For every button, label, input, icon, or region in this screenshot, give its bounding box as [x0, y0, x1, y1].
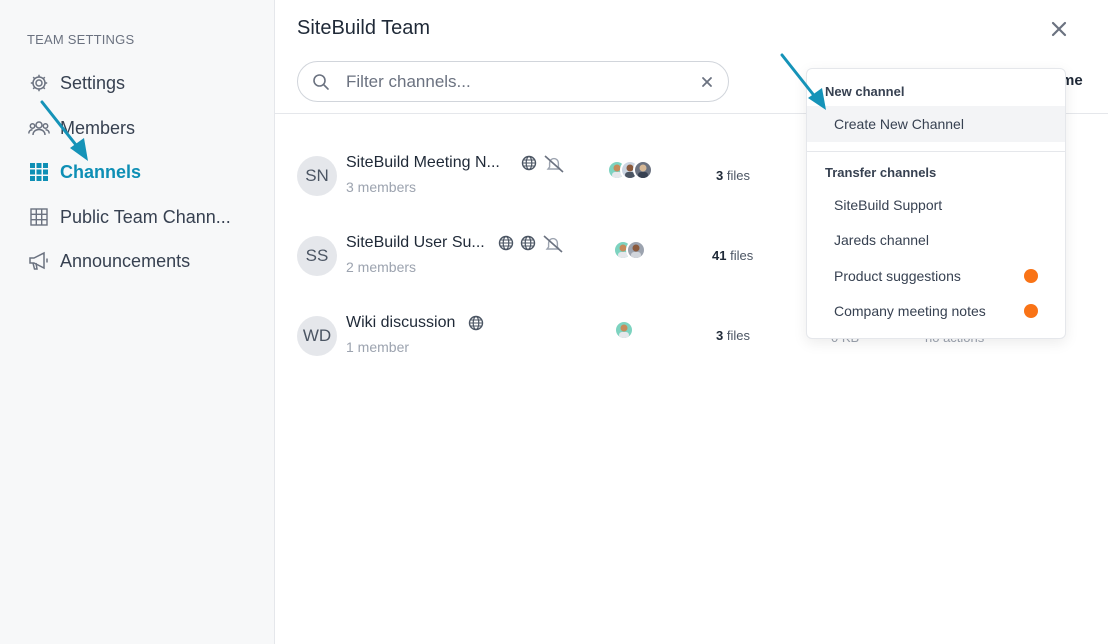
page-title: SiteBuild Team [297, 17, 431, 39]
channel-files: 41 files [712, 248, 754, 263]
create-new-channel-item[interactable]: Create New Channel [807, 106, 1065, 142]
channel-members: 2 members [346, 259, 417, 275]
channel-name: Wiki discussion [346, 314, 456, 331]
close-button[interactable] [1048, 18, 1070, 40]
member-avatars [613, 240, 646, 260]
sidebar-item-announcements[interactable]: Announcements [28, 246, 258, 276]
sidebar-item-label: Announcements [60, 250, 191, 271]
channel-name: SiteBuild User Su... [346, 234, 485, 251]
channel-name: SiteBuild Meeting N... [346, 154, 500, 171]
sidebar-item-channels[interactable]: Channels [28, 157, 258, 187]
sidebar: TEAM SETTINGS Settings Members Channels … [0, 0, 275, 644]
sidebar-heading: TEAM SETTINGS [27, 32, 135, 47]
globe-icon [520, 235, 536, 251]
search-input[interactable] [346, 71, 686, 92]
transfer-item-product-suggestions[interactable]: Product suggestions [807, 258, 1065, 294]
channel-members: 3 members [346, 179, 417, 195]
globe-icon [498, 235, 514, 251]
channel-files: 3 files [716, 328, 750, 343]
notifications-off-icon [544, 155, 564, 173]
avatar [614, 320, 634, 340]
avatar [633, 160, 653, 180]
transfer-item-company-meeting-notes[interactable]: Company meeting notes [807, 293, 1065, 329]
grid-icon [28, 161, 50, 183]
sidebar-item-label: Public Team Chann... [60, 206, 231, 227]
sidebar-item-label: Members [60, 117, 136, 138]
close-icon [1051, 21, 1067, 37]
sidebar-item-label: Channels [60, 161, 142, 182]
channel-files: 3 files [716, 168, 750, 183]
channel-actions-dropdown: New channel Create New Channel Transfer … [806, 68, 1066, 339]
channel-members: 1 member [346, 339, 410, 355]
sidebar-item-settings[interactable]: Settings [28, 68, 258, 98]
gear-icon [28, 72, 50, 94]
notifications-off-icon [543, 235, 563, 253]
search-icon [313, 73, 329, 90]
member-avatars [614, 320, 634, 340]
members-icon [28, 117, 50, 139]
search-box [297, 61, 729, 102]
member-avatars [607, 160, 653, 180]
table-icon [28, 206, 50, 228]
transfer-item-sitebuild-support[interactable]: SiteBuild Support [807, 187, 1065, 223]
channel-avatar: SS [297, 236, 337, 276]
transfer-channels-heading: Transfer channels [825, 165, 937, 180]
divider [807, 151, 1065, 152]
new-channel-heading: New channel [825, 84, 905, 99]
channel-avatar: SN [297, 156, 337, 196]
globe-icon [468, 315, 484, 331]
clear-search-icon[interactable] [700, 75, 714, 89]
sidebar-item-public-team-channels[interactable]: Public Team Chann... [28, 202, 258, 232]
megaphone-icon [28, 250, 50, 272]
sidebar-item-members[interactable]: Members [28, 113, 258, 143]
avatar [626, 240, 646, 260]
transfer-item-jareds-channel[interactable]: Jareds channel [807, 222, 1065, 258]
globe-icon [521, 155, 537, 171]
status-dot [1024, 269, 1038, 283]
sidebar-item-label: Settings [60, 72, 126, 93]
channel-avatar: WD [297, 316, 337, 356]
status-dot [1024, 304, 1038, 318]
